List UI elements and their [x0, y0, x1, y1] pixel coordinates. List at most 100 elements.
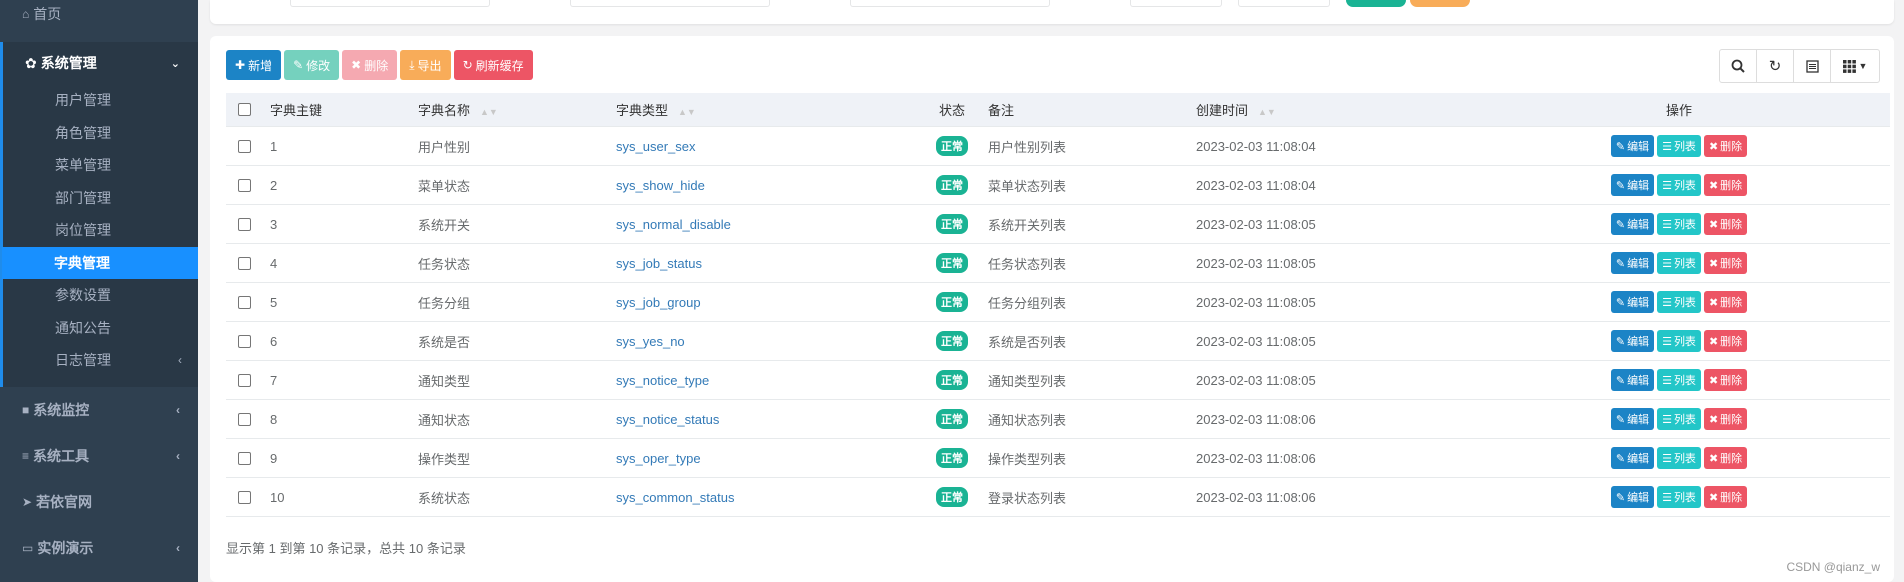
row-list-button[interactable]: ☰ 列表: [1657, 330, 1701, 352]
status-badge: 正常: [936, 136, 968, 156]
main-panel: ✚ 新增 ✎ 修改 ✖ 删除 ⤓ 导出 ↻ 刷新缓存 ↻ ▼ 字典主键 字典名称 ▲▼ 字典…: [210, 36, 1894, 582]
row-edit-button[interactable]: ✎ 编辑: [1610, 486, 1655, 508]
row-list-button[interactable]: ☰ 列表: [1657, 447, 1701, 469]
reset-button[interactable]: [1410, 0, 1470, 7]
nav-website[interactable]: ➤ 若依官网: [0, 479, 198, 525]
row-delete-button[interactable]: ✖ 删除: [1703, 486, 1748, 508]
desktop-icon: ▭: [22, 540, 34, 555]
sidebar-sub-item[interactable]: 字典管理: [2, 246, 198, 279]
cell-type-link[interactable]: sys_oper_type: [616, 451, 701, 466]
row-edit-button[interactable]: ✎ 编辑: [1610, 291, 1655, 313]
row-checkbox[interactable]: [238, 295, 251, 309]
cell-type-link[interactable]: sys_normal_disable: [616, 217, 731, 232]
row-list-button[interactable]: ☰ 列表: [1657, 174, 1701, 196]
sidebar-sub-item[interactable]: 用户管理: [3, 84, 198, 117]
refresh-icon[interactable]: ↻: [1756, 49, 1794, 83]
row-checkbox[interactable]: [238, 490, 251, 504]
header-created[interactable]: 创建时间 ▲▼: [1196, 100, 1468, 119]
sidebar: ⌂ 首页 ✿ 系统管理 ⌄ 用户管理 角色管理 菜单管理 部门管理 岗位管理 字典管理 参数设…: [0, 0, 198, 582]
cell-type-link[interactable]: sys_notice_type: [616, 373, 709, 388]
export-button[interactable]: ⤓ 导出: [400, 50, 451, 80]
close-icon: ✖: [1708, 413, 1719, 426]
row-delete-button[interactable]: ✖ 删除: [1703, 330, 1748, 352]
edit-button[interactable]: ✎ 修改: [284, 50, 340, 80]
row-delete-button[interactable]: ✖ 删除: [1703, 369, 1748, 391]
sidebar-sub-item[interactable]: 通知公告: [3, 312, 198, 345]
row-checkbox[interactable]: [238, 451, 251, 465]
header-name-label: 字典名称: [418, 103, 471, 118]
sidebar-sub-item[interactable]: 参数设置: [3, 279, 198, 312]
row-list-button[interactable]: ☰ 列表: [1657, 408, 1701, 430]
row-checkbox[interactable]: [238, 217, 251, 231]
select-all-checkbox[interactable]: [238, 103, 251, 116]
row-list-label: 列表: [1673, 141, 1696, 153]
sidebar-sub-item[interactable]: 日志管理 ‹: [3, 344, 198, 377]
row-checkbox[interactable]: [238, 373, 251, 387]
chevron-left-icon: ‹: [178, 353, 182, 368]
sidebar-sub-item[interactable]: 部门管理: [3, 182, 198, 215]
columns-icon[interactable]: ▼: [1830, 49, 1880, 83]
refresh-cache-button[interactable]: ↻ 刷新缓存: [453, 50, 533, 80]
nav-tools[interactable]: ≡ 系统工具 ‹: [0, 433, 198, 479]
row-checkbox[interactable]: [238, 256, 251, 270]
nav-home[interactable]: ⌂ 首页: [0, 0, 198, 28]
row-list-button[interactable]: ☰ 列表: [1657, 486, 1701, 508]
row-list-button[interactable]: ☰ 列表: [1657, 213, 1701, 235]
row-edit-button[interactable]: ✎ 编辑: [1610, 330, 1655, 352]
table-row: 10 系统状态 sys_common_status 正常 登录状态列表 2023-02-0…: [226, 478, 1890, 517]
delete-button[interactable]: ✖ 删除: [342, 50, 398, 80]
row-edit-button[interactable]: ✎ 编辑: [1610, 408, 1655, 430]
header-type[interactable]: 字典类型 ▲▼: [616, 100, 916, 119]
row-checkbox[interactable]: [238, 178, 251, 192]
sidebar-sub-item[interactable]: 菜单管理: [3, 149, 198, 182]
row-delete-button[interactable]: ✖ 删除: [1703, 213, 1748, 235]
search-field-end-time[interactable]: [1238, 0, 1330, 7]
row-edit-button[interactable]: ✎ 编辑: [1610, 213, 1655, 235]
row-checkbox[interactable]: [238, 139, 251, 153]
sidebar-sub-item[interactable]: 岗位管理: [3, 214, 198, 247]
search-field-dict-type[interactable]: [570, 0, 770, 7]
row-list-button[interactable]: ☰ 列表: [1657, 291, 1701, 313]
row-edit-button[interactable]: ✎ 编辑: [1610, 369, 1655, 391]
row-delete-button[interactable]: ✖ 删除: [1703, 252, 1748, 274]
row-checkbox[interactable]: [238, 334, 251, 348]
row-list-button[interactable]: ☰ 列表: [1657, 252, 1701, 274]
nav-monitor[interactable]: ■ 系统监控 ‹: [0, 387, 198, 433]
row-list-button[interactable]: ☰ 列表: [1657, 135, 1701, 157]
search-toggle-icon[interactable]: [1719, 49, 1757, 83]
row-delete-button[interactable]: ✖ 删除: [1703, 135, 1748, 157]
row-delete-button[interactable]: ✖ 删除: [1703, 174, 1748, 196]
nav-demo[interactable]: ▭ 实例演示 ‹: [0, 525, 198, 571]
cell-type-link[interactable]: sys_common_status: [616, 490, 735, 505]
sort-icon: ▲▼: [678, 107, 696, 117]
row-edit-button[interactable]: ✎ 编辑: [1610, 252, 1655, 274]
cell-type-link[interactable]: sys_user_sex: [616, 139, 695, 154]
row-edit-button[interactable]: ✎ 编辑: [1610, 135, 1655, 157]
cell-type-link[interactable]: sys_job_group: [616, 295, 701, 310]
search-field-begin-time[interactable]: [1130, 0, 1222, 7]
row-delete-label: 删除: [1720, 336, 1743, 348]
cell-type-link[interactable]: sys_yes_no: [616, 334, 685, 349]
row-list-label: 列表: [1673, 453, 1696, 465]
row-edit-button[interactable]: ✎ 编辑: [1610, 447, 1655, 469]
search-field-dict-name[interactable]: [290, 0, 490, 7]
row-checkbox[interactable]: [238, 412, 251, 426]
delete-button-label: 删除: [364, 58, 389, 73]
header-name[interactable]: 字典名称 ▲▼: [418, 100, 616, 119]
search-button[interactable]: [1346, 0, 1406, 7]
header-key[interactable]: 字典主键: [270, 100, 418, 119]
row-edit-button[interactable]: ✎ 编辑: [1610, 174, 1655, 196]
list-view-icon[interactable]: [1793, 49, 1831, 83]
row-delete-button[interactable]: ✖ 删除: [1703, 408, 1748, 430]
search-field-status[interactable]: [850, 0, 1050, 7]
sidebar-sub-item[interactable]: 角色管理: [3, 117, 198, 150]
nav-system-header[interactable]: ✿ 系统管理 ⌄: [3, 42, 198, 84]
row-delete-button[interactable]: ✖ 删除: [1703, 291, 1748, 313]
row-edit-label: 编辑: [1627, 375, 1650, 387]
add-button[interactable]: ✚ 新增: [226, 50, 282, 80]
cell-type-link[interactable]: sys_show_hide: [616, 178, 705, 193]
row-list-button[interactable]: ☰ 列表: [1657, 369, 1701, 391]
cell-type-link[interactable]: sys_job_status: [616, 256, 702, 271]
cell-type-link[interactable]: sys_notice_status: [616, 412, 719, 427]
row-delete-button[interactable]: ✖ 删除: [1703, 447, 1748, 469]
